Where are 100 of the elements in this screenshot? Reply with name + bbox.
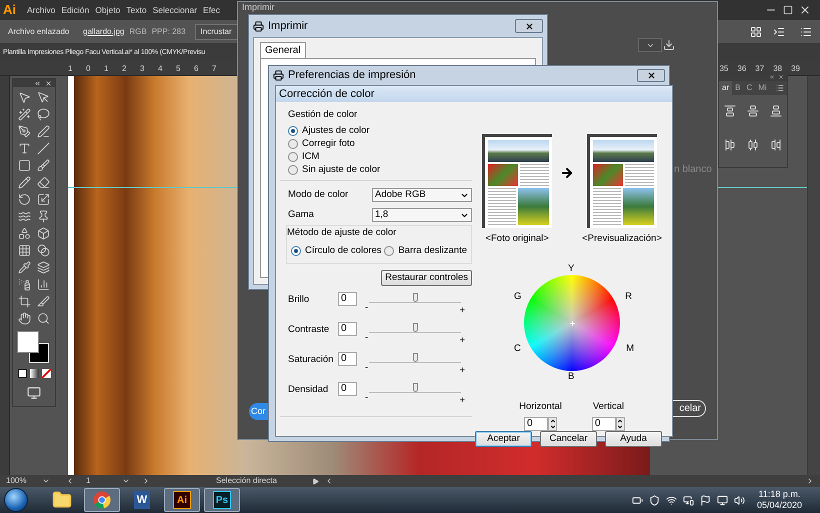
- pointer-icon[interactable]: [37, 91, 50, 104]
- line-icon[interactable]: [37, 142, 50, 155]
- rectangle-icon[interactable]: [18, 159, 31, 172]
- radio-button[interactable]: [288, 138, 298, 149]
- spinner-field[interactable]: 0: [524, 416, 548, 430]
- zoom-icon[interactable]: [37, 312, 50, 325]
- shield-icon[interactable]: [648, 494, 660, 506]
- caret-icon[interactable]: [122, 477, 130, 485]
- menu-item[interactable]: Archivo: [27, 4, 56, 16]
- ok-button[interactable]: Cor: [249, 403, 268, 420]
- layers-icon[interactable]: [37, 261, 50, 274]
- zoom-level[interactable]: 100%: [6, 475, 36, 487]
- eyedropper-icon[interactable]: [18, 261, 31, 274]
- scroll-right-icon[interactable]: [806, 477, 814, 485]
- radio-button[interactable]: [384, 246, 394, 256]
- color-swatch[interactable]: [18, 369, 26, 378]
- value-field[interactable]: 0: [338, 382, 357, 396]
- spinner-field[interactable]: 0: [592, 416, 616, 430]
- menu-item[interactable]: Texto: [126, 4, 147, 16]
- taskbar-button[interactable]: Ps: [204, 488, 240, 512]
- radio-button[interactable]: [288, 152, 298, 162]
- dropdown[interactable]: Adobe RGB: [372, 188, 472, 202]
- fill-stroke-swatches[interactable]: [17, 331, 51, 363]
- clock[interactable]: 11:18 p.m. 05/04/2020: [756, 489, 802, 511]
- align-icon[interactable]: [746, 105, 759, 117]
- value-field[interactable]: 0: [338, 292, 357, 306]
- scrollbar[interactable]: [807, 76, 820, 475]
- close-icon[interactable]: [45, 80, 52, 86]
- cube-icon[interactable]: [37, 227, 50, 240]
- wave-icon[interactable]: [18, 210, 31, 223]
- menu-item[interactable]: Objeto: [95, 4, 120, 16]
- slider-thumb[interactable]: [413, 322, 418, 332]
- radio-button[interactable]: [291, 246, 301, 256]
- value-field[interactable]: 0: [338, 322, 357, 336]
- display-icon[interactable]: [716, 494, 728, 506]
- wand-icon[interactable]: [18, 108, 31, 121]
- download-icon[interactable]: [663, 39, 675, 51]
- distribute-icon[interactable]: [746, 139, 759, 151]
- blend-icon[interactable]: [37, 244, 50, 257]
- pencil-icon[interactable]: [18, 176, 31, 189]
- taskbar-button[interactable]: W: [124, 488, 160, 512]
- eraser-icon[interactable]: [37, 176, 50, 189]
- page-number[interactable]: 1: [86, 475, 116, 487]
- panel-tab[interactable]: B: [732, 81, 744, 95]
- file-name[interactable]: gallardo.jpg: [83, 26, 124, 38]
- bar-chart-icon[interactable]: [37, 278, 50, 291]
- spin-arrows-icon[interactable]: [616, 416, 625, 430]
- none-swatch[interactable]: [42, 369, 50, 378]
- taskbar-button[interactable]: Ai: [164, 488, 200, 512]
- close-icon[interactable]: [778, 74, 784, 80]
- slider-thumb[interactable]: [413, 382, 418, 392]
- dialog-button[interactable]: Ayuda: [605, 430, 662, 446]
- start-button[interactable]: [4, 488, 28, 512]
- spin-arrows-icon[interactable]: [548, 416, 557, 430]
- align-icon[interactable]: [724, 105, 736, 117]
- previous-icon[interactable]: [66, 477, 74, 485]
- lasso-icon[interactable]: [37, 108, 50, 121]
- next-icon[interactable]: [142, 477, 150, 485]
- close-button[interactable]: [515, 19, 543, 33]
- panel-tab[interactable]: ar: [719, 81, 732, 95]
- grid-icon[interactable]: [750, 26, 762, 38]
- scale-icon[interactable]: [37, 193, 50, 206]
- dialog-button[interactable]: Aceptar: [475, 430, 532, 446]
- gradient-swatch[interactable]: [30, 369, 38, 378]
- pen-icon[interactable]: [18, 125, 31, 138]
- collapse-icon[interactable]: [34, 80, 41, 86]
- battery-icon[interactable]: [632, 494, 643, 506]
- knife-icon[interactable]: [37, 295, 50, 308]
- pointer-icon[interactable]: [18, 91, 31, 104]
- slider-thumb[interactable]: [413, 292, 418, 302]
- radio-button[interactable]: [288, 164, 298, 175]
- pen-icon[interactable]: [37, 125, 50, 138]
- screen-mode-icon[interactable]: [27, 386, 41, 400]
- value-field[interactable]: 0: [338, 352, 357, 366]
- panel-tab[interactable]: Mi: [755, 81, 770, 95]
- network-icon[interactable]: [666, 494, 677, 506]
- flag-icon[interactable]: [700, 494, 711, 506]
- dropdown[interactable]: 1,8: [372, 208, 472, 222]
- caret-icon[interactable]: [42, 477, 50, 485]
- close-icon[interactable]: [799, 4, 811, 16]
- brush-icon[interactable]: [37, 159, 50, 172]
- pin-icon[interactable]: [37, 210, 50, 223]
- menu-item[interactable]: Seleccionar: [152, 4, 198, 16]
- hand-icon[interactable]: [18, 312, 31, 325]
- arrange-icon[interactable]: [773, 26, 785, 38]
- distribute-icon[interactable]: [724, 139, 736, 151]
- dialog-button[interactable]: Cancelar: [540, 430, 597, 446]
- slider-thumb[interactable]: [413, 352, 418, 362]
- menu-item[interactable]: Efec: [203, 4, 220, 16]
- grid-icon[interactable]: [18, 244, 31, 257]
- devices-icon[interactable]: [682, 494, 694, 506]
- maximize-icon[interactable]: [783, 5, 793, 15]
- align-icon[interactable]: [770, 105, 782, 117]
- collapse-icon[interactable]: [769, 74, 775, 80]
- volume-icon[interactable]: [734, 494, 745, 506]
- distribute-icon[interactable]: [770, 139, 782, 151]
- panel-menu-icon[interactable]: [776, 84, 784, 92]
- menu-item[interactable]: Edición: [61, 4, 90, 16]
- reset-button[interactable]: Restaurar controles: [381, 270, 472, 286]
- text-tool-icon[interactable]: [18, 142, 31, 155]
